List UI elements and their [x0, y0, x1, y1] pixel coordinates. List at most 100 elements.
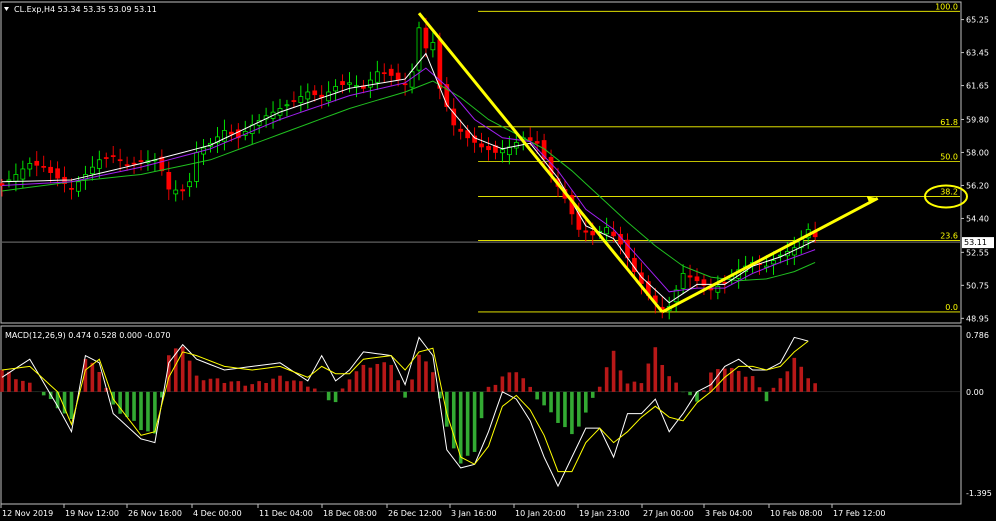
main-title-group: CL.Exp,H4 53.34 53.35 53.09 53.11 — [4, 5, 157, 14]
candle-body — [124, 164, 130, 167]
main-title: CL.Exp,H4 53.34 53.35 53.09 53.11 — [14, 5, 157, 14]
candle-body — [513, 142, 519, 149]
time-axis-label: 26 Dec 12:00 — [388, 509, 442, 518]
candle-body — [583, 230, 589, 233]
candle-body — [180, 189, 186, 192]
time-axis-label: 3 Jan 16:00 — [451, 509, 497, 518]
time-axis-label: 11 Dec 04:00 — [259, 509, 313, 518]
candle-body — [388, 68, 394, 76]
candle-body — [312, 90, 318, 96]
candle-body — [298, 96, 304, 103]
fib-level-label: 100.0 — [935, 2, 958, 11]
candle-body — [395, 72, 401, 81]
candle-body — [381, 72, 387, 75]
macd-axis-label: 0.00 — [966, 388, 984, 397]
macd-title: MACD(12,26,9) 0.474 0.528 0.000 -0.070 — [5, 331, 170, 340]
candle-body — [340, 81, 345, 85]
time-axis-label: 19 Jan 23:00 — [579, 509, 630, 518]
candle-body — [374, 71, 380, 83]
candle-body — [27, 163, 33, 170]
candle-body — [368, 79, 373, 88]
candle-body — [173, 189, 179, 195]
price-axis-label: 50.75 — [966, 281, 989, 290]
candle-body — [131, 162, 137, 165]
candle-body — [423, 27, 429, 49]
candle-body — [479, 143, 484, 148]
chart-background — [0, 0, 996, 521]
candle-body — [117, 159, 123, 162]
candle-body — [284, 104, 290, 107]
candle-body — [110, 155, 116, 157]
candle-body — [138, 160, 144, 162]
candle-body — [486, 145, 491, 151]
candle-body — [347, 82, 352, 85]
candle-body — [590, 231, 596, 236]
candle-body — [69, 188, 74, 190]
price-axis-label: 58.00 — [966, 148, 989, 157]
candle-body — [6, 179, 12, 182]
candle-body — [48, 166, 54, 173]
candle-body — [166, 172, 172, 190]
fib-level-label: 38.2 — [940, 187, 958, 196]
candle-body — [96, 159, 102, 169]
current-price-marker: 53.11 — [962, 237, 994, 249]
fib-level-label: 61.8 — [940, 118, 958, 127]
time-axis-label: 3 Feb 04:00 — [705, 509, 752, 518]
time-axis-label: 17 Feb 12:00 — [833, 509, 885, 518]
time-axis-label: 10 Feb 08:00 — [770, 509, 822, 518]
candle-body — [715, 285, 721, 293]
candle-body — [402, 83, 408, 86]
price-axis-label: 59.80 — [966, 115, 989, 124]
candle-body — [187, 181, 192, 188]
candle-body — [20, 168, 26, 180]
time-axis-label: 18 Dec 08:00 — [323, 509, 377, 518]
macd-axis-label: 0.786 — [966, 331, 989, 340]
time-axis-label: 26 Nov 16:00 — [128, 509, 182, 518]
candle-body — [680, 273, 686, 289]
candle-body — [89, 166, 95, 174]
price-axis-label: 48.95 — [966, 314, 989, 323]
candle-body — [291, 100, 297, 102]
candle-body — [159, 156, 165, 172]
candle-body — [13, 174, 19, 182]
price-axis-label: 65.25 — [966, 16, 989, 25]
price-axis-label: 61.65 — [966, 82, 989, 91]
candle-body — [76, 181, 81, 192]
time-axis-label: 27 Jan 00:00 — [643, 509, 694, 518]
time-axis-label: 4 Dec 00:00 — [193, 509, 242, 518]
time-axis-label: 12 Nov 2019 — [2, 509, 53, 518]
candle-body — [611, 231, 616, 237]
fib-level-label: 50.0 — [940, 153, 958, 162]
candle-body — [604, 227, 610, 235]
candle-body — [103, 157, 109, 159]
candle-body — [55, 168, 60, 179]
price-axis-label: 56.20 — [966, 181, 989, 190]
fib-level-label: 0.0 — [945, 303, 958, 312]
price-axis-label: 52.55 — [966, 248, 989, 257]
chart-canvas[interactable]: 100.0 61.8 50.0 38.2 23.6 0.0 65.25 63.45 61.65… — [0, 0, 996, 521]
candle-body — [472, 135, 477, 143]
candle-body — [229, 131, 234, 135]
candle-body — [41, 166, 47, 168]
candle-body — [305, 91, 311, 100]
candle-body — [708, 288, 714, 291]
price-axis-label: 63.45 — [966, 49, 989, 58]
time-axis-label: 10 Jan 20:00 — [515, 509, 566, 518]
candle-body — [694, 276, 700, 282]
candle-body — [458, 128, 464, 132]
candle-body — [34, 160, 40, 166]
candle-body — [771, 260, 776, 265]
candle-body — [534, 141, 540, 144]
price-axis-label: 54.40 — [966, 214, 989, 223]
candle-body — [687, 275, 693, 278]
candle-body — [194, 152, 199, 182]
candle-body — [673, 289, 679, 303]
candle-body — [333, 86, 338, 92]
current-price-label: 53.11 — [964, 238, 987, 247]
candle-body — [430, 42, 436, 51]
time-axis-label: 19 Nov 12:00 — [65, 509, 119, 518]
macd-axis-label: -1.395 — [966, 489, 992, 498]
candle-body — [500, 149, 505, 154]
candle-body — [527, 137, 533, 141]
fib-level-label: 23.6 — [940, 231, 958, 240]
